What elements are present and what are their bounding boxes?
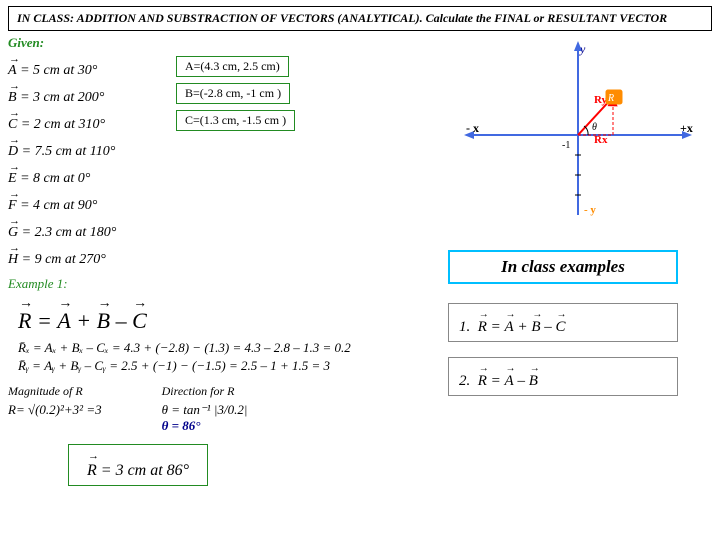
- result-box: →R = 3 cm at 86°: [68, 444, 208, 486]
- direction-section: Direction for R θ = tan⁻¹ |3/0.2| θ = 86…: [162, 376, 248, 434]
- svg-text:Rx: Rx: [594, 134, 608, 146]
- magnitude-direction-row: Magnitude of R R= √(0.2)²+3² =3 Directio…: [8, 376, 428, 434]
- ry-line: R̄ᵧ = Aᵧ + Bᵧ – Cᵧ = 2.5 + (−1) − (−1.5)…: [18, 358, 428, 374]
- example1-label: Example 1:: [8, 276, 428, 292]
- svg-text:- y: - y: [584, 204, 596, 216]
- vector-row-a: →A = 5 cm at 30° A=(4.3 cm, 2.5 cm): [8, 53, 428, 79]
- in-class-label: In class examples: [501, 257, 625, 276]
- vector-a-text: →A = 5 cm at 30°: [8, 53, 168, 79]
- vector-e-text: →E = 8 cm at 0°: [8, 161, 168, 187]
- vector-f-text: →F = 4 cm at 90°: [8, 188, 168, 214]
- direction-label: Direction for R: [162, 384, 248, 399]
- vector-b-text: →B = 3 cm at 200°: [8, 80, 168, 106]
- svg-text:θ: θ: [592, 122, 597, 133]
- vector-row-c: →C = 2 cm at 310° C=(1.3 cm, -1.5 cm ): [8, 107, 428, 133]
- example1-formula: →R = →A + →B – →C: [18, 296, 428, 334]
- vector-row-h: →H = 9 cm at 270°: [8, 242, 428, 268]
- vector-row-b: →B = 3 cm at 200° B=(-2.8 cm, -1 cm ): [8, 80, 428, 106]
- vector-g-text: →G = 2.3 cm at 180°: [8, 215, 168, 241]
- header-title: IN CLASS: ADDITION AND SUBSTRACTION OF V…: [8, 6, 712, 31]
- in-class-examples-box: In class examples: [448, 250, 678, 284]
- svg-text:+x: +x: [680, 121, 693, 135]
- magnitude-value: R= √(0.2)²+3² =3: [8, 402, 102, 418]
- svg-text:R: R: [607, 93, 614, 104]
- svg-text:y: y: [579, 42, 586, 56]
- vector-b-box: B=(-2.8 cm, -1 cm ): [176, 83, 290, 104]
- example2-box: 2. →R = →A – →B: [448, 357, 678, 396]
- coordinate-system: y +x - x - y -1 Ry Rx θ R: [458, 35, 698, 235]
- direction-result: θ = 86°: [162, 418, 248, 434]
- magnitude-section: Magnitude of R R= √(0.2)²+3² =3: [8, 376, 102, 434]
- svg-text:-1: -1: [562, 140, 570, 151]
- vector-row-e: →E = 8 cm at 0°: [8, 161, 428, 187]
- header-text: IN CLASS: ADDITION AND SUBSTRACTION OF V…: [17, 11, 667, 25]
- vector-row-g: →G = 2.3 cm at 180°: [8, 215, 428, 241]
- vector-h-text: →H = 9 cm at 270°: [8, 242, 168, 268]
- given-label: Given:: [8, 35, 428, 51]
- rx-line: R̄ₓ = Aₓ + Bₓ – Cₓ = 4.3 + (−2.8) − (1.3…: [18, 340, 428, 356]
- vector-d-text: →D = 7.5 cm at 110°: [8, 134, 168, 160]
- vector-row-f: →F = 4 cm at 90°: [8, 188, 428, 214]
- vector-c-box: C=(1.3 cm, -1.5 cm ): [176, 110, 295, 131]
- magnitude-label: Magnitude of R: [8, 384, 102, 399]
- direction-formula: θ = tan⁻¹ |3/0.2|: [162, 402, 248, 418]
- vector-c-text: →C = 2 cm at 310°: [8, 107, 168, 133]
- example1-box: 1. →R = →A + →B – →C: [448, 303, 678, 342]
- vector-a-box: A=(4.3 cm, 2.5 cm): [176, 56, 289, 77]
- vector-row-d: →D = 7.5 cm at 110°: [8, 134, 428, 160]
- svg-text:- x: - x: [466, 121, 479, 135]
